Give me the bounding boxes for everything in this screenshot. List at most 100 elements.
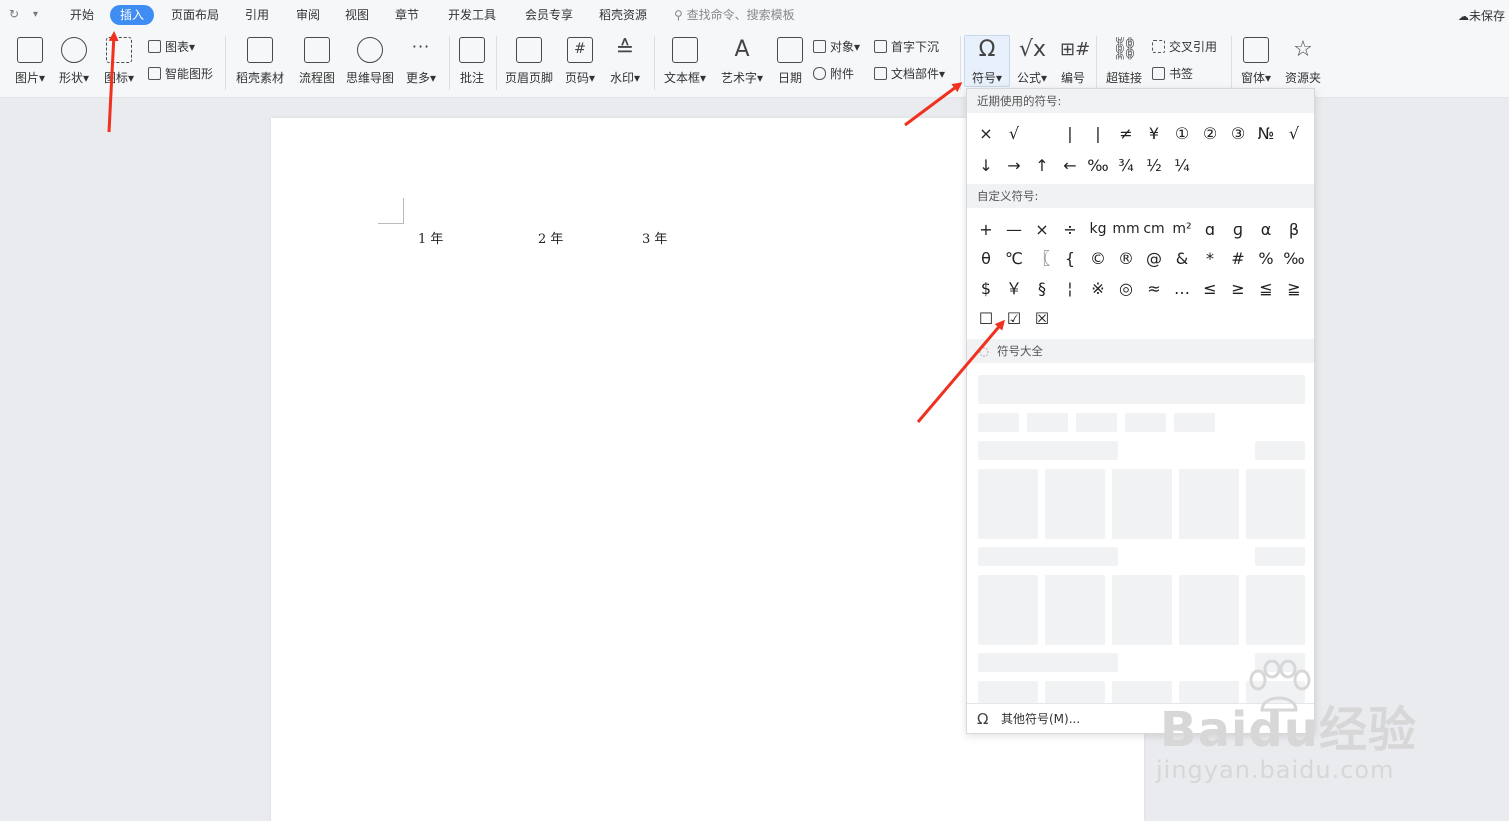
tab-start[interactable]: 开始 <box>68 5 96 25</box>
symbol-cell[interactable]: cm <box>1140 215 1168 244</box>
watermark-button[interactable]: ≙ 水印▾ <box>597 37 653 86</box>
symbol-cell[interactable]: β <box>1280 215 1308 244</box>
tab-view[interactable]: 视图 <box>343 5 371 25</box>
ribbon-divider <box>496 36 497 90</box>
symbol-cell[interactable]: ℃ <box>1000 244 1028 273</box>
checkbox-checked-symbol[interactable]: ☑ <box>1000 304 1028 333</box>
attachment-button[interactable]: 附件 <box>813 65 854 83</box>
symbol-cell[interactable]: $ <box>972 274 1000 303</box>
symbol-cell[interactable]: ‰ <box>1280 244 1308 273</box>
resource-folder-button[interactable]: ☆ 资源夹 <box>1275 37 1331 86</box>
symbol-cell[interactable]: ½ <box>1140 151 1168 180</box>
symbol-cell[interactable]: № <box>1252 119 1280 148</box>
symbol-cell[interactable]: ② <box>1196 119 1224 148</box>
symbol-cell[interactable]: ◎ <box>1112 274 1140 303</box>
symbol-cell[interactable]: × <box>972 119 1000 148</box>
date-button[interactable]: 日期 <box>762 37 818 86</box>
symbol-cell[interactable]: ≦ <box>1252 274 1280 303</box>
symbol-cell[interactable]: ≠ <box>1112 119 1140 148</box>
symbol-cell[interactable]: © <box>1084 244 1112 273</box>
object-button[interactable]: 对象▾ <box>813 38 860 56</box>
symbol-cell[interactable]: × <box>1028 215 1056 244</box>
comment-icon <box>459 37 485 63</box>
symbol-cell[interactable]: # <box>1224 244 1252 273</box>
symbol-cell[interactable]: | <box>1084 119 1112 148</box>
symbol-cell[interactable]: ≥ <box>1224 274 1252 303</box>
symbol-cell[interactable]: ③ <box>1224 119 1252 148</box>
symbol-cell[interactable]: ¦ <box>1056 274 1084 303</box>
symbol-cell[interactable]: @ <box>1140 244 1168 273</box>
doc-parts-icon <box>874 67 887 80</box>
symbol-cell[interactable]: kg <box>1084 215 1112 244</box>
tab-references[interactable]: 引用 <box>243 5 271 25</box>
symbol-cell[interactable]: m² <box>1168 215 1196 244</box>
symbol-cell[interactable]: % <box>1252 244 1280 273</box>
symbol-cell[interactable]: ≧ <box>1280 274 1308 303</box>
symbol-cell[interactable]: … <box>1168 274 1196 303</box>
symbol-cell[interactable]: ¾ <box>1112 151 1140 180</box>
tab-page-layout[interactable]: 页面布局 <box>169 5 221 25</box>
watermark-brand: Baidu经验 <box>1160 702 1417 758</box>
bookmark-button[interactable]: 书签 <box>1152 65 1193 83</box>
symbol-cell[interactable]: ￥ <box>1000 274 1028 303</box>
tab-review[interactable]: 审阅 <box>294 5 322 25</box>
save-status[interactable]: ☁未保存 <box>1458 6 1505 26</box>
symbol-cell[interactable]: θ <box>972 244 1000 273</box>
tab-docer-resources[interactable]: 稻壳资源 <box>597 5 649 25</box>
symbol-cell[interactable]: ɡ <box>1224 215 1252 244</box>
symbol-cell[interactable]: * <box>1196 244 1224 273</box>
symbol-cell[interactable]: & <box>1168 244 1196 273</box>
tab-member[interactable]: 会员专享 <box>523 5 575 25</box>
icon-button[interactable]: 图标▾ <box>91 37 147 86</box>
redo-icon[interactable]: ↻ <box>9 7 19 21</box>
tab-developer[interactable]: 开发工具 <box>446 5 498 25</box>
symbol-cell[interactable]: → <box>1000 151 1028 180</box>
symbol-cell[interactable]: ɑ <box>1196 215 1224 244</box>
symbol-cell[interactable]: ① <box>1168 119 1196 148</box>
header-footer-button[interactable]: 页眉页脚 <box>501 37 557 86</box>
symbol-cell[interactable]: ® <box>1112 244 1140 273</box>
flowchart-button[interactable]: 流程图 <box>289 37 345 86</box>
symbol-cell[interactable]: ÷ <box>1056 215 1084 244</box>
symbol-cell[interactable]: ¼ <box>1168 151 1196 180</box>
symbol-cell[interactable]: ≈ <box>1140 274 1168 303</box>
textbox-button[interactable]: 文本框▾ <box>657 37 713 86</box>
command-search[interactable]: ⚲ 查找命令、搜索模板 <box>674 5 795 25</box>
tab-insert[interactable]: 插入 <box>110 5 155 25</box>
symbol-cell[interactable] <box>1028 119 1056 148</box>
symbol-cell[interactable]: √ <box>1280 119 1308 148</box>
symbol-cell[interactable]: ← <box>1056 151 1084 180</box>
docer-material-button[interactable]: 稻壳素材 <box>232 37 288 86</box>
loading-placeholder <box>1112 469 1172 539</box>
symbol-cell[interactable]: √ <box>1000 119 1028 148</box>
symbol-cell[interactable]: 〖 <box>1028 244 1056 273</box>
symbol-cell[interactable]: | <box>1056 119 1084 148</box>
symbol-cell[interactable]: { <box>1056 244 1084 273</box>
chart-button[interactable]: 图表▾ <box>148 38 195 56</box>
symbol-cell[interactable]: § <box>1028 274 1056 303</box>
mindmap-button[interactable]: 思维导图 <box>342 37 398 86</box>
symbol-cell[interactable]: ※ <box>1084 274 1112 303</box>
more-button[interactable]: ··· 更多▾ <box>393 37 449 86</box>
comment-button[interactable]: 批注 <box>444 37 500 86</box>
checkbox-crossed-symbol[interactable]: ☒ <box>1028 304 1056 333</box>
symbol-cell[interactable]: ¥ <box>1140 119 1168 148</box>
smart-graphic-button[interactable]: 智能图形 <box>148 65 213 83</box>
symbol-cell[interactable]: ↑ <box>1028 151 1056 180</box>
numbering-button[interactable]: ⊞# 编号 <box>1045 37 1101 86</box>
checkbox-empty-symbol[interactable]: ☐ <box>972 304 1000 333</box>
symbol-cell[interactable]: ≤ <box>1196 274 1224 303</box>
loading-placeholder <box>1255 547 1305 566</box>
symbol-cell[interactable]: α <box>1252 215 1280 244</box>
symbol-cell[interactable]: ‰ <box>1084 151 1112 180</box>
tab-chapter[interactable]: 章节 <box>393 5 421 25</box>
symbol-cell[interactable]: ↓ <box>972 151 1000 180</box>
quick-access-dropdown-icon[interactable]: ▾ <box>33 9 38 20</box>
doc-parts-button[interactable]: 文档部件▾ <box>874 65 945 83</box>
symbol-cell[interactable]: — <box>1000 215 1028 244</box>
drop-cap-button[interactable]: 首字下沉 <box>874 38 939 56</box>
hyperlink-button[interactable]: ⛓ 超链接 <box>1096 37 1152 86</box>
cross-reference-button[interactable]: 交叉引用 <box>1152 38 1217 56</box>
symbol-cell[interactable]: + <box>972 215 1000 244</box>
symbol-cell[interactable]: mm <box>1112 215 1140 244</box>
